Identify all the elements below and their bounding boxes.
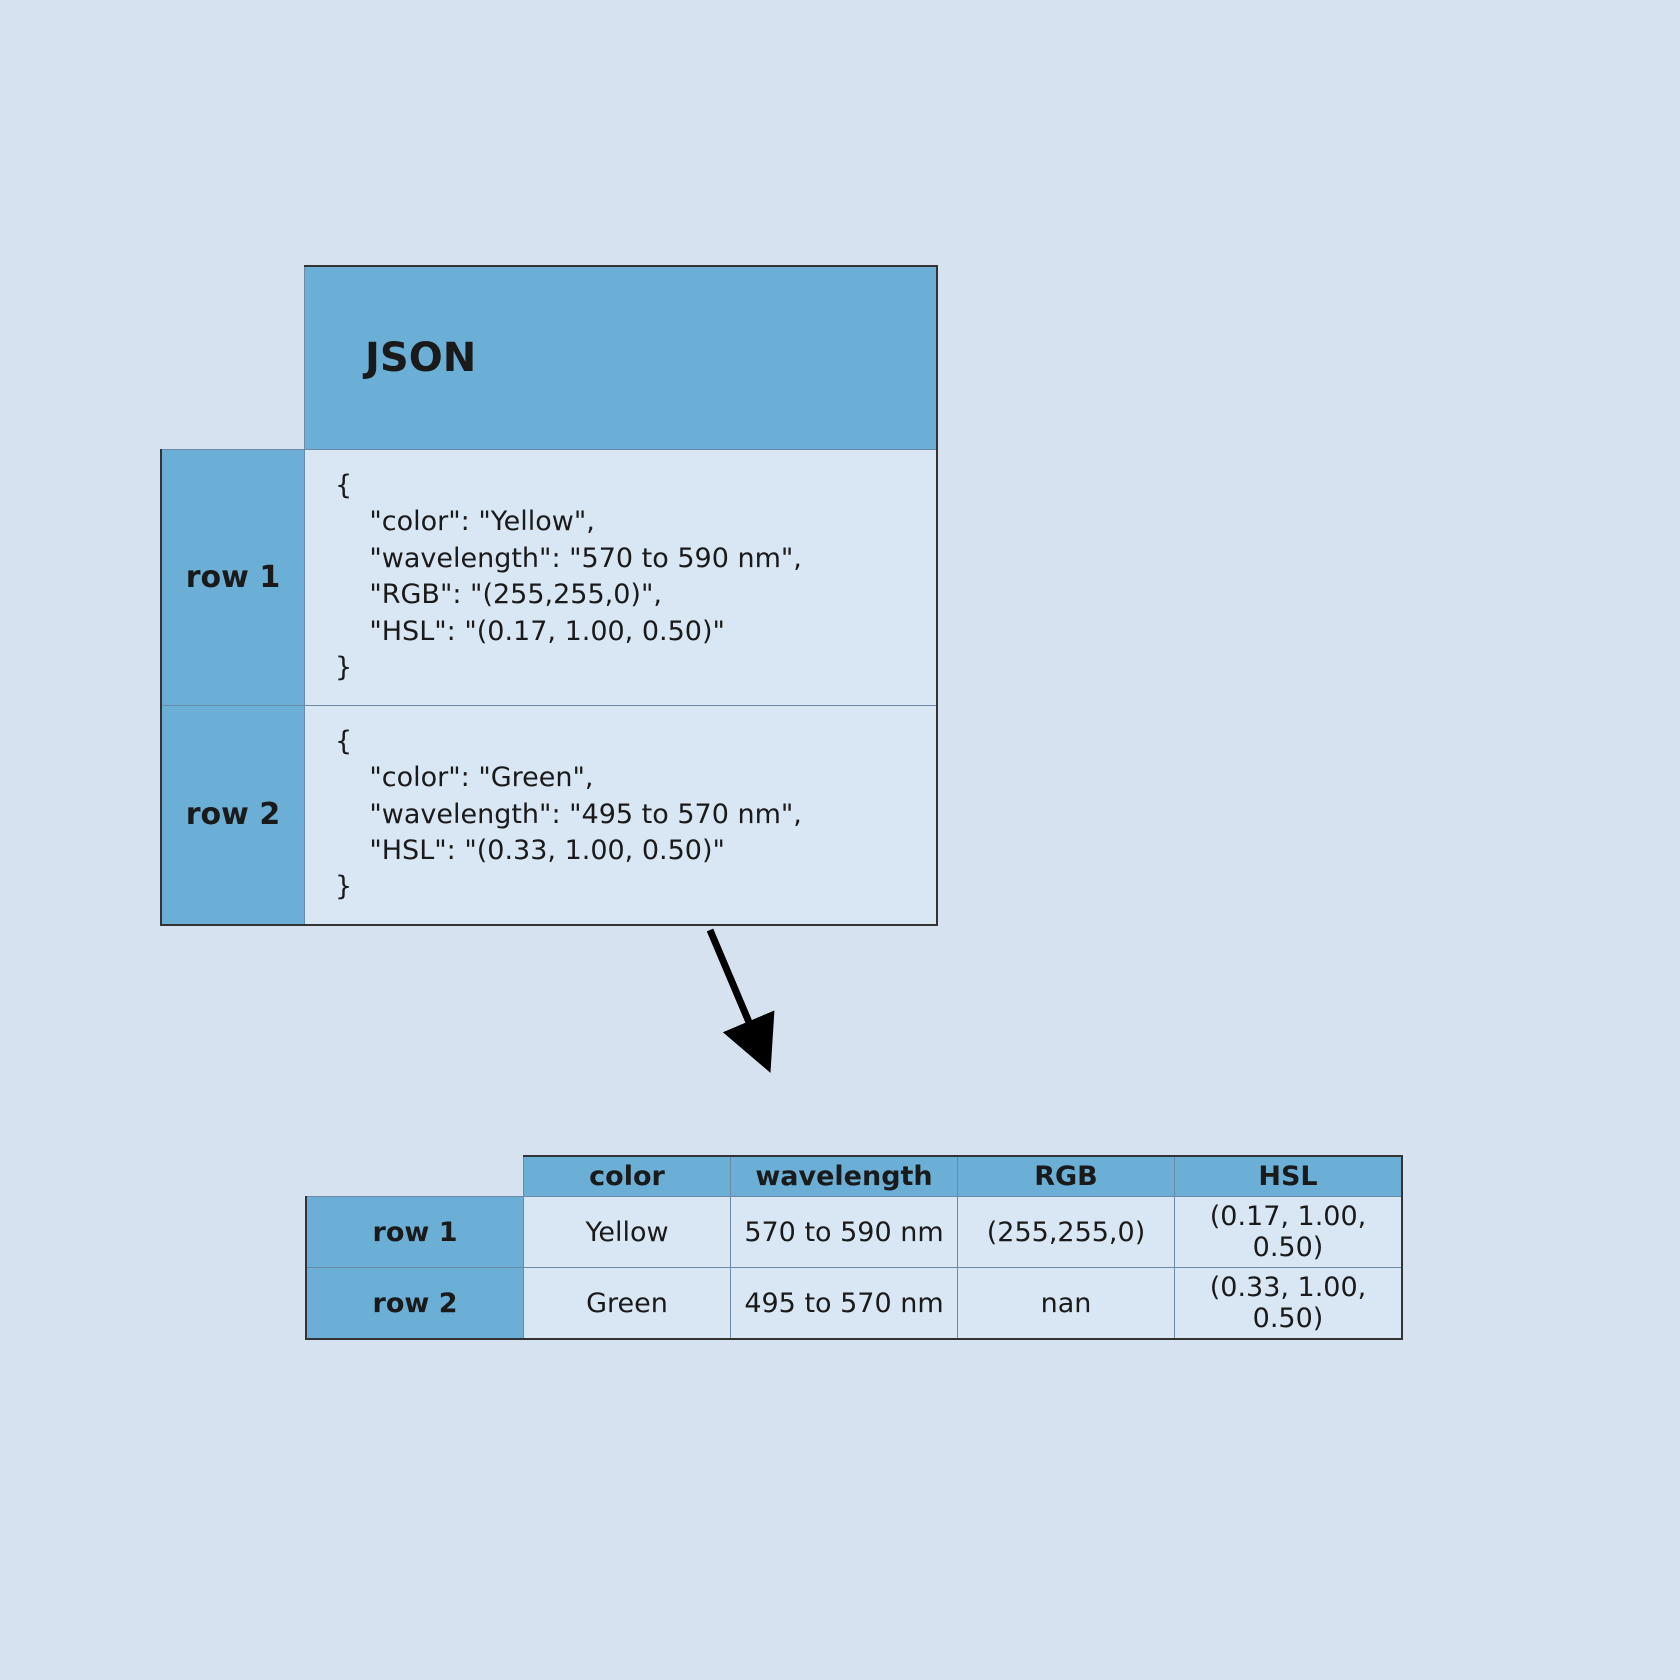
result-cell: nan <box>958 1268 1175 1340</box>
result-table: color wavelength RGB HSL row 1 Yellow 57… <box>305 1155 1403 1340</box>
result-cell: 570 to 590 nm <box>731 1197 958 1268</box>
json-table-header: JSON <box>305 266 938 450</box>
result-table-corner <box>306 1156 524 1197</box>
result-cell: (0.17, 1.00, 0.50) <box>1175 1197 1403 1268</box>
result-cell: (255,255,0) <box>958 1197 1175 1268</box>
result-cell: Yellow <box>524 1197 731 1268</box>
json-row-cell-2: { "color": "Green", "wavelength": "495 t… <box>305 705 938 925</box>
result-cell: 495 to 570 nm <box>731 1268 958 1340</box>
result-col-wavelength: wavelength <box>731 1156 958 1197</box>
result-col-color: color <box>524 1156 731 1197</box>
json-row-cell-1: { "color": "Yellow", "wavelength": "570 … <box>305 450 938 706</box>
diagram-canvas: JSON row 1 { "color": "Yellow", "wavelen… <box>0 0 1680 1680</box>
result-col-hsl: HSL <box>1175 1156 1403 1197</box>
result-cell: (0.33, 1.00, 0.50) <box>1175 1268 1403 1340</box>
arrow-down-icon <box>680 920 800 1080</box>
json-row-label-1: row 1 <box>161 450 305 706</box>
json-row-label-2: row 2 <box>161 705 305 925</box>
result-row-label-1: row 1 <box>306 1197 524 1268</box>
json-table-corner <box>161 266 305 450</box>
json-source-table: JSON row 1 { "color": "Yellow", "wavelen… <box>160 265 938 926</box>
result-row-label-2: row 2 <box>306 1268 524 1340</box>
result-col-rgb: RGB <box>958 1156 1175 1197</box>
json-text-2: { "color": "Green", "wavelength": "495 t… <box>335 724 910 906</box>
result-cell: Green <box>524 1268 731 1340</box>
json-text-1: { "color": "Yellow", "wavelength": "570 … <box>335 468 910 687</box>
table-row: row 2 Green 495 to 570 nm nan (0.33, 1.0… <box>306 1268 1402 1340</box>
table-row: row 1 Yellow 570 to 590 nm (255,255,0) (… <box>306 1197 1402 1268</box>
